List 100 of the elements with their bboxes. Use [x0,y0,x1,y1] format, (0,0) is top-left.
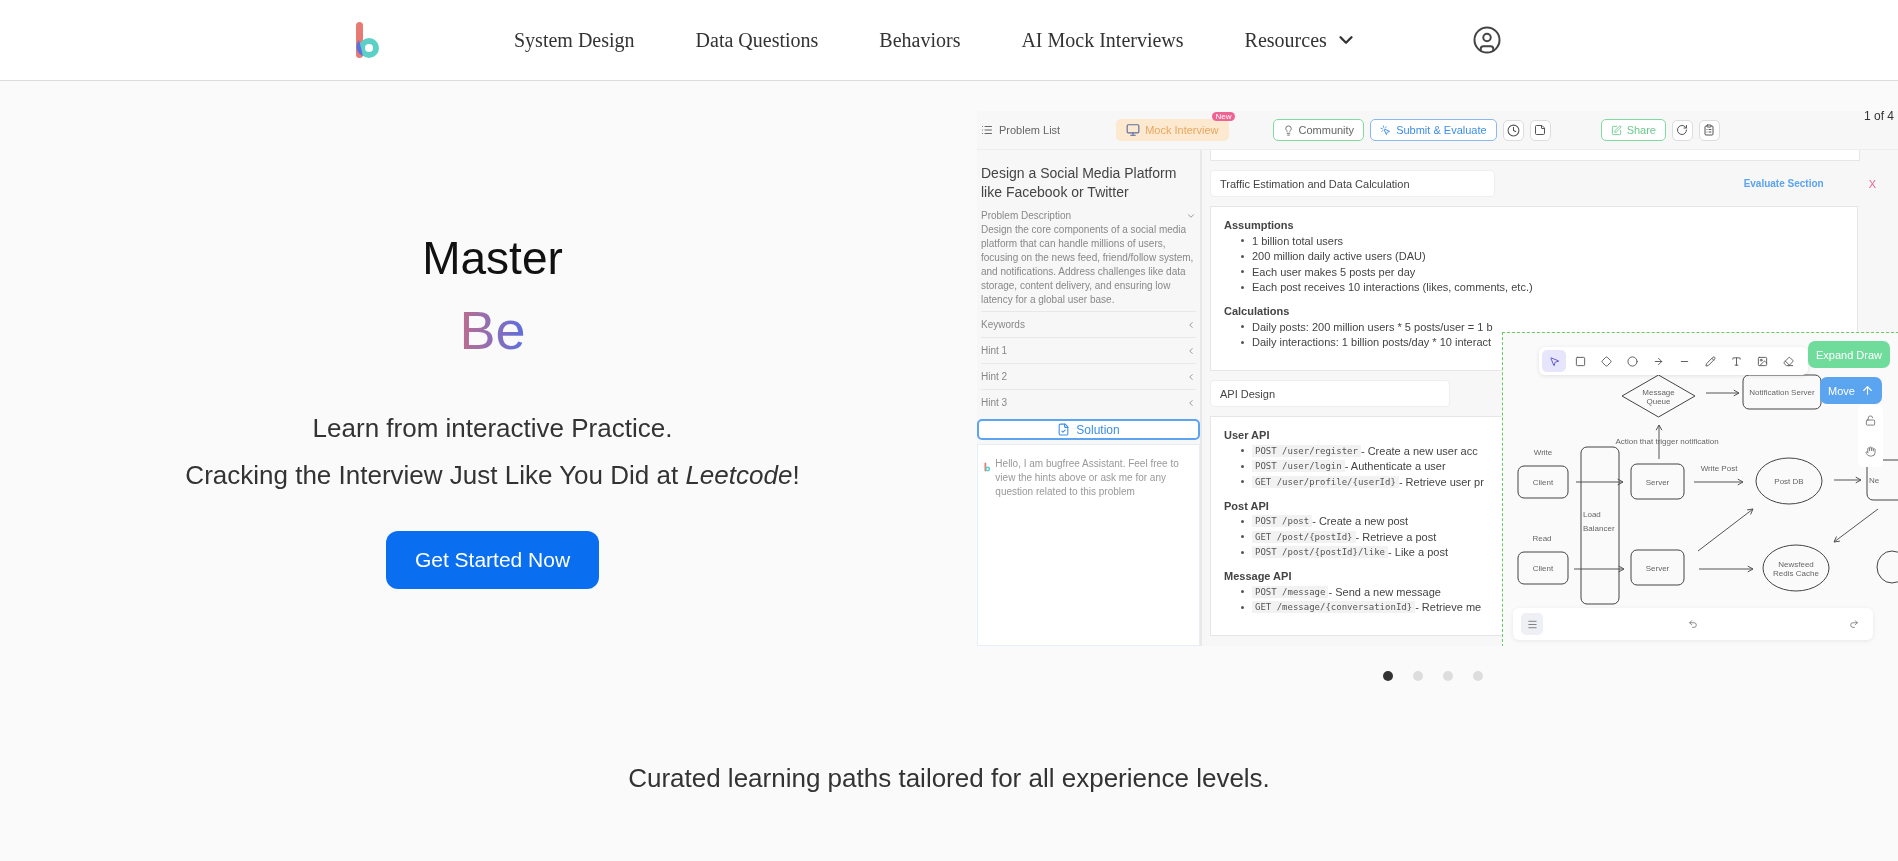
nav-link[interactable]: Behaviors [879,28,961,52]
bullet-icon [1241,535,1244,539]
bullet-icon [1241,449,1244,453]
hand-icon[interactable] [1865,446,1876,457]
section-title: Traffic Estimation and Data Calculation [1210,170,1495,197]
nav-link[interactable]: AI Mock Interviews [1021,28,1184,52]
list-text: - Send a new message [1328,585,1441,598]
bullet-icon [1241,285,1244,289]
bullet-icon [1241,519,1244,523]
bullet-icon [1241,270,1244,274]
edge-label: Write [1533,448,1553,457]
carousel-dot[interactable] [1472,671,1483,681]
arrow [1573,565,1625,573]
diagram-node: Notification Server [1742,374,1822,410]
problem-title: Design a Social Media Platform like Facebook or Twitter [981,164,1178,202]
nav-link[interactable]: Data Questions [695,28,819,52]
arrow [1833,476,1862,484]
move-button[interactable]: Move [1820,377,1882,404]
edge-label: Write Post [1700,464,1738,473]
chevron-left-icon [1186,345,1196,356]
diagram-node: Client [1517,551,1569,585]
list-text: Daily interactions: 1 billion posts/day * 10 interact [1252,336,1492,349]
code-snippet: POST /user/login [1252,460,1345,473]
diagram-node: Message Queue [1621,374,1696,418]
arrow-up-icon [1860,384,1874,397]
chevron-left-icon [1186,319,1196,330]
get-started-button[interactable]: Get Started Now [385,531,600,589]
diagram-node [1876,550,1898,584]
arrow [1698,565,1754,573]
account-icon[interactable] [1471,25,1502,55]
carousel-dot[interactable] [1442,671,1453,681]
section-title: API Design [1210,380,1450,407]
diagram-node: Client [1517,465,1569,499]
slide-counter: 1 of 4 [1863,109,1894,123]
share-button[interactable]: Share [1600,119,1666,141]
hero-text: Learn from interactive Practice. [312,413,673,444]
problem-list-link[interactable]: Problem List [981,124,1061,136]
group-heading: Calculations [1224,305,1290,317]
bullet-icon [1241,480,1244,484]
menu-icon[interactable] [1521,613,1543,635]
group-heading: User API [1224,429,1270,441]
lock-icon[interactable] [1865,415,1876,426]
clipboard-icon[interactable] [1699,119,1720,141]
group-heading: Assumptions [1224,219,1294,231]
code-snippet: POST /message [1252,585,1329,598]
code-snippet: POST /post/{postId}/like [1252,546,1389,559]
close-icon[interactable]: X [1868,177,1876,190]
diagram-node: Newsfeed Redis Cache [1762,544,1830,592]
solution-button[interactable]: Solution [977,419,1200,440]
code-snippet: GET /user/profile/{userId} [1252,475,1399,488]
code-snippet: GET /message/{conversationId} [1252,601,1416,614]
community-button[interactable]: Community [1272,119,1365,141]
list-icon [981,124,993,136]
list-text: Each post receives 10 interactions (likes, comments, etc.) [1252,281,1533,294]
code-snippet: POST /user/register [1252,444,1361,457]
accordion-item[interactable]: Keywords [981,311,1196,337]
submit-evaluate-button[interactable]: Submit & Evaluate [1370,119,1497,141]
arrow [1693,478,1744,486]
arrow [1833,508,1879,543]
list-text: - Create a new user acc [1360,444,1478,457]
diagram-node: Server [1630,463,1685,500]
logo-icon[interactable] [354,20,380,60]
carousel-dot[interactable] [1382,671,1393,681]
list-text: - Create a new post [1312,515,1409,528]
bullet-icon [1241,340,1244,344]
list-text: - Retrieve user pr [1398,475,1484,488]
accordion-item[interactable]: Hint 1 [981,337,1196,363]
list-text: Daily posts: 200 million users * 5 posts/user = 1 b [1252,320,1493,333]
evaluate-link[interactable]: Evaluate Section [1743,178,1824,189]
bullet-icon [1241,325,1244,329]
bullet-icon [1241,464,1244,468]
cursor-click-icon [1380,124,1392,136]
group-heading: Message API [1224,570,1292,582]
bullet-icon [1241,550,1244,554]
bullet-icon [1241,605,1244,609]
list-text: - Retrieve me [1415,601,1482,614]
nav-link[interactable]: Resources [1244,28,1357,52]
accordion-item[interactable]: Hint 3 [981,389,1196,415]
note-icon[interactable] [1529,119,1551,141]
refresh-icon[interactable] [1672,119,1693,141]
list-text: - Authenticate a user [1344,460,1446,473]
diagram-node: Post DB [1755,457,1823,505]
monitor-icon [1126,123,1141,137]
arrow [1705,389,1740,397]
list-text: 1 billion total users [1252,234,1344,247]
group-heading: Post API [1224,499,1269,512]
new-badge: New [1212,112,1235,121]
list-text: - Retrieve a post [1355,530,1437,543]
pointer-icon[interactable] [1542,350,1566,372]
carousel-dot[interactable] [1412,671,1423,681]
clock-icon[interactable] [1502,119,1524,141]
chevron-left-icon [1186,371,1196,382]
lightbulb-icon [1282,124,1294,136]
accordion-item[interactable]: Hint 2 [981,363,1196,389]
nav-link[interactable]: System Design [514,28,635,52]
code-snippet: GET /post/{postId} [1252,530,1356,543]
list-text: - Like a post [1388,546,1448,559]
code-snippet: POST /post [1252,515,1313,528]
arrow [1697,508,1754,552]
edit-icon [1610,124,1622,136]
